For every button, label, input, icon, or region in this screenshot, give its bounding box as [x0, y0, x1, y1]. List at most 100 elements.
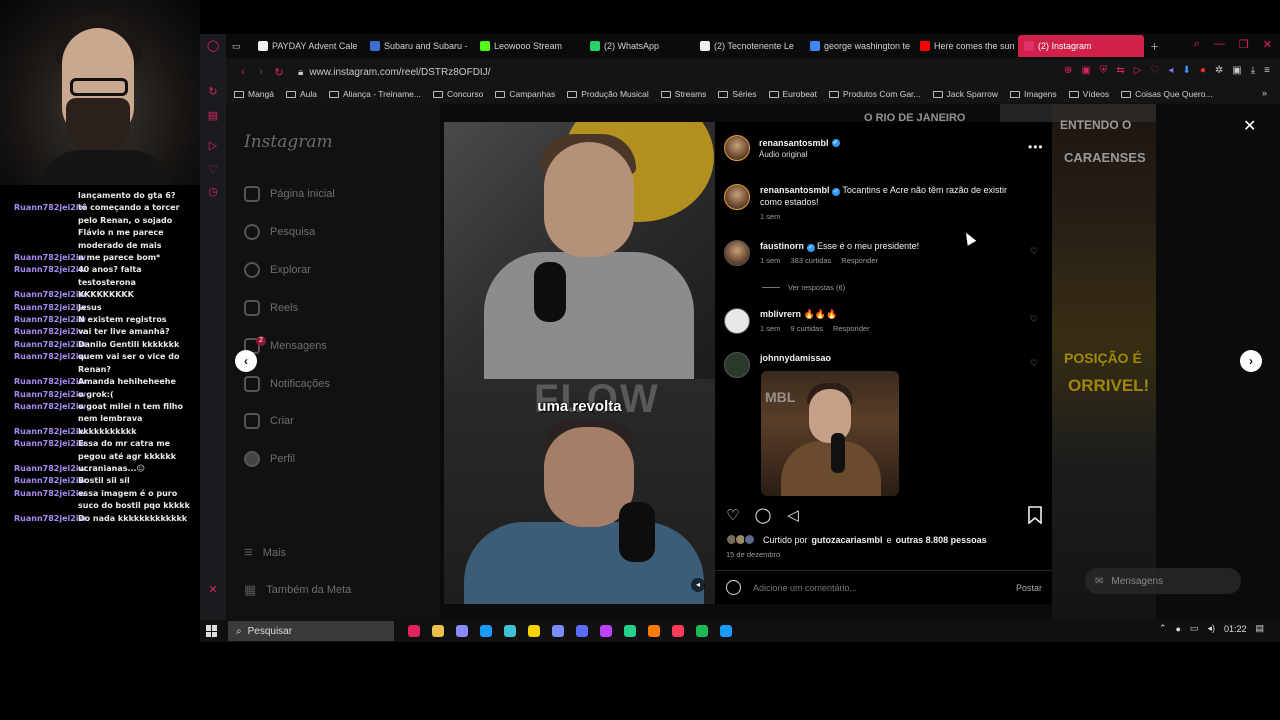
- chat-username[interactable]: Ruann782jei2iw: [14, 351, 86, 376]
- chat-username[interactable]: Ruann782jei2iw: [14, 401, 86, 426]
- opera-logo-icon[interactable]: ◯: [207, 40, 219, 52]
- comment-gif[interactable]: MBL: [761, 371, 899, 496]
- chat-username[interactable]: Ruann782jei2iw: [14, 488, 86, 513]
- nav-item-search[interactable]: Pesquisa: [244, 224, 315, 240]
- comment-likes[interactable]: 9 curtidas: [790, 323, 823, 335]
- mute-icon[interactable]: ◂: [691, 578, 705, 592]
- chat-username[interactable]: Ruann782jei2iw: [14, 202, 86, 252]
- like-heart-icon[interactable]: ♡: [724, 506, 742, 524]
- bookmark-folder[interactable]: Produtos Com Gar...: [829, 89, 921, 99]
- browser-tab[interactable]: (2) Instagram: [1018, 35, 1144, 57]
- taskbar-app-icon[interactable]: [480, 625, 492, 637]
- liked-by-user[interactable]: gutozacariasmbl: [812, 535, 883, 545]
- browser-tab[interactable]: george washington te: [804, 35, 914, 57]
- bookmark-folder[interactable]: Streams: [660, 89, 706, 99]
- windows-start-icon[interactable]: [206, 625, 218, 637]
- reply-button[interactable]: Responder: [841, 255, 878, 267]
- chat-username[interactable]: Ruann782jei2iw: [14, 513, 86, 525]
- taskbar-app-icon[interactable]: [552, 625, 564, 637]
- comment-bubble-icon[interactable]: ◯: [754, 506, 772, 524]
- bookmark-folder[interactable]: Imagens: [1010, 89, 1057, 99]
- taskbar-app-icon[interactable]: [504, 625, 516, 637]
- camera-icon[interactable]: ▣: [1081, 65, 1090, 76]
- chevron-up-icon[interactable]: ⌃: [1159, 623, 1167, 634]
- close-window-button[interactable]: ✕: [1263, 38, 1272, 51]
- taskbar-search[interactable]: ⌕ Pesquisar: [228, 621, 394, 641]
- nav-item-heart[interactable]: Notificações: [244, 376, 330, 392]
- share-send-icon[interactable]: ◁: [784, 506, 802, 524]
- audio-label[interactable]: Áudio original: [759, 150, 840, 159]
- more-options-icon[interactable]: •••: [1028, 140, 1044, 154]
- profile-avatar-icon[interactable]: ▣: [1232, 65, 1241, 76]
- chat-username[interactable]: Ruann782jei2iw: [14, 426, 86, 438]
- like-comment-heart-icon[interactable]: ♡: [1030, 314, 1038, 325]
- network-icon[interactable]: ▭: [1190, 623, 1199, 634]
- taskbar-app-icon[interactable]: [528, 625, 540, 637]
- chat-username[interactable]: Ruann782jei2iw: [14, 376, 86, 388]
- comment-input[interactable]: [753, 582, 1016, 593]
- browser-tab[interactable]: (2) Tecnotenente Le: [694, 35, 804, 57]
- taskbar-app-icon[interactable]: [408, 625, 420, 637]
- bookmark-folder[interactable]: Aliança - Treiname...: [329, 89, 421, 99]
- comment-username[interactable]: renansantosmbl: [760, 185, 830, 195]
- commenter-avatar[interactable]: [724, 352, 750, 378]
- taskbar-app-icon[interactable]: [696, 625, 708, 637]
- volume-icon[interactable]: ◂: [1168, 65, 1173, 76]
- nav-item-compass[interactable]: Explorar: [244, 262, 311, 278]
- maximize-button[interactable]: ❐: [1239, 38, 1249, 51]
- bookmark-folder[interactable]: Eurobeat: [768, 89, 817, 99]
- browser-tab[interactable]: PAYDAY Advent Cale: [252, 35, 364, 57]
- rail-bag-icon[interactable]: ▤: [207, 110, 219, 122]
- bookmark-folder[interactable]: Produção Musical: [567, 89, 649, 99]
- mic-icon[interactable]: ●: [1175, 624, 1180, 634]
- rail-play-icon[interactable]: ▷: [207, 140, 219, 152]
- forward-button[interactable]: ›: [252, 66, 270, 78]
- chat-username[interactable]: Ruann782jei2iw: [14, 339, 86, 351]
- bookmark-folder[interactable]: Aula: [286, 89, 317, 99]
- bookmark-heart-icon[interactable]: ♡: [1150, 65, 1159, 76]
- browser-tab[interactable]: Subaru and Subaru -: [364, 35, 474, 57]
- messages-pill[interactable]: ✉ Mensagens: [1085, 568, 1241, 594]
- reply-button[interactable]: Responder: [833, 323, 870, 335]
- chat-username[interactable]: Ruann782jei2iw: [14, 314, 86, 326]
- view-replies[interactable]: Ver respostas (6): [762, 283, 845, 292]
- bookmark-folder[interactable]: Jack Sparrow: [932, 89, 998, 99]
- taskbar-app-icon[interactable]: [576, 625, 588, 637]
- like-comment-heart-icon[interactable]: ♡: [1030, 246, 1038, 257]
- author-avatar[interactable]: [724, 184, 750, 210]
- chat-username[interactable]: Ruann782jei2iw: [14, 438, 86, 463]
- liked-by-others[interactable]: outras 8.808 pessoas: [896, 535, 987, 545]
- address-bar[interactable]: 🔒︎ www.instagram.com/reel/DSTRz8OFDIJ/: [298, 67, 490, 78]
- new-tab-button[interactable]: ＋: [1144, 35, 1165, 57]
- comment-username[interactable]: faustinorn: [760, 241, 804, 251]
- author-avatar[interactable]: [724, 135, 750, 161]
- bookmarks-overflow-icon[interactable]: »: [1262, 88, 1267, 98]
- taskbar-app-icon[interactable]: [720, 625, 732, 637]
- downloads-icon[interactable]: ⤓: [1251, 65, 1255, 76]
- tab-overview-icon[interactable]: ▭: [226, 35, 252, 57]
- rail-refresh-icon[interactable]: ↻: [207, 86, 219, 98]
- comment-likes[interactable]: 383 curtidas: [790, 255, 831, 267]
- minimize-button[interactable]: —: [1214, 38, 1225, 51]
- chat-username[interactable]: Ruann782jei2iw: [14, 463, 86, 475]
- nav-item-profile[interactable]: Perfil: [244, 451, 295, 467]
- taskbar-app-icon[interactable]: [432, 625, 444, 637]
- nav-item-messenger[interactable]: 2 Mensagens: [244, 336, 327, 354]
- save-bookmark-icon[interactable]: [1027, 506, 1043, 524]
- previous-post-button[interactable]: ‹: [235, 350, 257, 372]
- chat-username[interactable]: Ruann782jei2iw: [14, 302, 86, 314]
- commenter-avatar[interactable]: [724, 240, 750, 266]
- clock[interactable]: 01:22: [1224, 624, 1247, 634]
- bookmark-folder[interactable]: Séries: [718, 89, 757, 99]
- url-text[interactable]: www.instagram.com/reel/DSTRz8OFDIJ/: [309, 67, 490, 78]
- emoji-icon[interactable]: [726, 580, 741, 595]
- chat-username[interactable]: Ruann782jei2iw: [14, 252, 86, 264]
- bookmark-folder[interactable]: Vídeos: [1068, 89, 1109, 99]
- post-comment-button[interactable]: Postar: [1016, 583, 1042, 593]
- bookmark-folder[interactable]: Mangá: [234, 89, 274, 99]
- browser-tab[interactable]: Leowooo Stream: [474, 35, 584, 57]
- chat-username[interactable]: Ruann782jei2iw: [14, 326, 86, 338]
- comment-username[interactable]: mblivrern: [760, 309, 801, 319]
- like-comment-heart-icon[interactable]: ♡: [1030, 358, 1038, 369]
- taskbar-app-icon[interactable]: [624, 625, 636, 637]
